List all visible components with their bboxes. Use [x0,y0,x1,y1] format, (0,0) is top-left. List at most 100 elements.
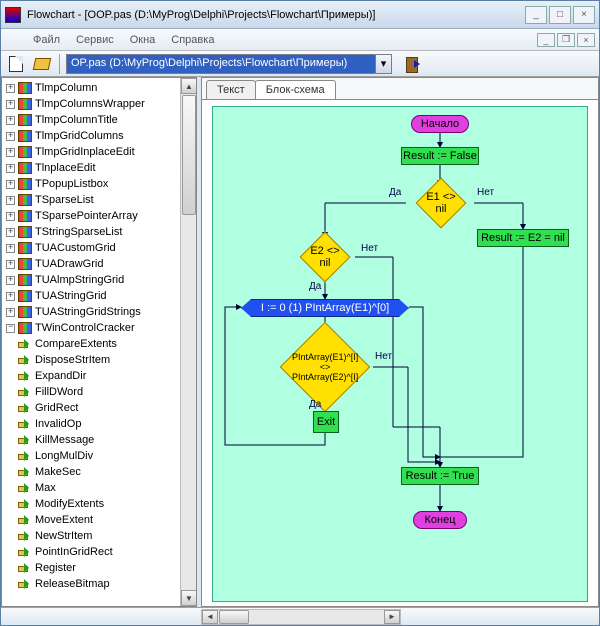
class-icon [18,322,32,334]
tree-item-label: TStringSparseList [35,226,122,238]
tree-item[interactable]: TlnplaceEdit [6,160,196,176]
tree-item[interactable]: FillDWord [6,384,196,400]
scroll-right-icon[interactable]: ► [384,610,400,624]
tree-item-label: Register [35,562,76,574]
tree-item-label: InvalidOp [35,418,81,430]
expand-collapse-icon[interactable] [6,324,15,333]
scrollbar-thumb[interactable] [182,95,196,215]
expand-collapse-icon[interactable] [6,100,15,109]
tree-item-label: LongMulDiv [35,450,93,462]
tree-item[interactable]: MakeSec [6,464,196,480]
tree-view[interactable]: TlmpColumnTlmpColumnsWrapperTlmpColumnTi… [1,77,197,607]
expand-collapse-icon[interactable] [6,228,15,237]
tab-text[interactable]: Текст [206,80,256,99]
tree-item-label: FillDWord [35,386,83,398]
mdi-close-button[interactable]: × [577,33,595,47]
class-icon [18,114,32,126]
expand-collapse-icon[interactable] [6,212,15,221]
tab-flowchart[interactable]: Блок-схема [255,80,336,99]
app-icon [5,7,21,23]
menu-service[interactable]: Сервис [68,32,122,48]
tree-item[interactable]: PointInGridRect [6,544,196,560]
tree-item[interactable]: DisposeStrItem [6,352,196,368]
class-icon [18,258,32,270]
tree-item[interactable]: LongMulDiv [6,448,196,464]
menu-windows[interactable]: Окна [122,32,164,48]
tree-item-label: PointInGridRect [35,546,113,558]
expand-collapse-icon[interactable] [6,260,15,269]
tree-item[interactable]: ModifyExtents [6,496,196,512]
tree-item[interactable]: InvalidOp [6,416,196,432]
tree-item[interactable]: TSparsePointerArray [6,208,196,224]
tree-item[interactable]: Max [6,480,196,496]
hscroll-thumb[interactable] [219,610,249,624]
tree-item[interactable]: TStringSparseList [6,224,196,240]
tree-item-label: TUAStringGrid [35,290,107,302]
expand-collapse-icon[interactable] [6,148,15,157]
expand-collapse-icon[interactable] [6,180,15,189]
class-icon [18,290,32,302]
tree-item[interactable]: TWinControlCracker [6,320,196,336]
flowchart-area[interactable]: Начало Result := False E1 <> nil Да Нет … [202,100,598,606]
tree-item-label: TlnplaceEdit [35,162,96,174]
tree-item-label: ReleaseBitmap [35,578,110,590]
chevron-down-icon[interactable]: ▾ [376,54,392,74]
tree-item[interactable]: Register [6,560,196,576]
tree-item[interactable]: TUAStringGridStrings [6,304,196,320]
function-icon [18,435,32,445]
new-button[interactable] [5,54,27,74]
tree-item[interactable]: TPopupListbox [6,176,196,192]
label-yes-1: Да [389,187,401,198]
tree-item[interactable]: CompareExtents [6,336,196,352]
label-yes-2: Да [309,281,321,292]
expand-collapse-icon[interactable] [6,276,15,285]
expand-collapse-icon[interactable] [6,196,15,205]
tree-item[interactable]: TlmpGridInplaceEdit [6,144,196,160]
maximize-button[interactable]: □ [549,6,571,24]
expand-collapse-icon[interactable] [6,292,15,301]
mdi-child-icon[interactable] [5,32,21,48]
expand-collapse-icon[interactable] [6,244,15,253]
tree-item[interactable]: TSparseList [6,192,196,208]
scroll-left-icon[interactable]: ◄ [202,610,218,624]
tree-item[interactable]: NewStrItem [6,528,196,544]
scroll-up-icon[interactable]: ▲ [181,78,197,94]
tree-item[interactable]: TlmpColumnsWrapper [6,96,196,112]
tree-item[interactable]: KillMessage [6,432,196,448]
close-button[interactable]: × [573,6,595,24]
tree-item[interactable]: TUAStringGrid [6,288,196,304]
tree-scrollbar[interactable]: ▲ ▼ [180,78,196,606]
tree-item[interactable]: TUACustomGrid [6,240,196,256]
flowchart-canvas: Начало Result := False E1 <> nil Да Нет … [212,106,588,602]
function-icon [18,403,32,413]
tree-item[interactable]: TlmpColumnTitle [6,112,196,128]
menu-help[interactable]: Справка [163,32,222,48]
tree-item[interactable]: TUAlmpStringGrid [6,272,196,288]
open-folder-icon [33,58,52,70]
file-combobox[interactable]: OP.pas (D:\MyProg\Delphi\Projects\Flowch… [66,54,392,74]
function-icon [18,547,32,557]
tree-item[interactable]: MoveExtent [6,512,196,528]
expand-collapse-icon[interactable] [6,308,15,317]
tree-item[interactable]: ReleaseBitmap [6,576,196,592]
function-icon [18,563,32,573]
horizontal-scrollbar[interactable]: ◄ ► [201,609,401,625]
menu-file[interactable]: Файл [25,32,68,48]
mdi-minimize-button[interactable]: _ [537,33,555,47]
tree-item[interactable]: TlmpGridColumns [6,128,196,144]
expand-collapse-icon[interactable] [6,132,15,141]
status-bar: ◄ ► [1,607,599,625]
expand-collapse-icon[interactable] [6,84,15,93]
expand-collapse-icon[interactable] [6,164,15,173]
minimize-button[interactable]: _ [525,6,547,24]
open-button[interactable] [31,54,53,74]
menu-bar: Файл Сервис Окна Справка _ ❐ × [1,29,599,51]
tree-item[interactable]: TUADrawGrid [6,256,196,272]
tree-item[interactable]: TlmpColumn [6,80,196,96]
scroll-down-icon[interactable]: ▼ [181,590,197,606]
mdi-restore-button[interactable]: ❐ [557,33,575,47]
tree-item[interactable]: GridRect [6,400,196,416]
exit-button[interactable] [404,55,422,73]
expand-collapse-icon[interactable] [6,116,15,125]
tree-item[interactable]: ExpandDir [6,368,196,384]
